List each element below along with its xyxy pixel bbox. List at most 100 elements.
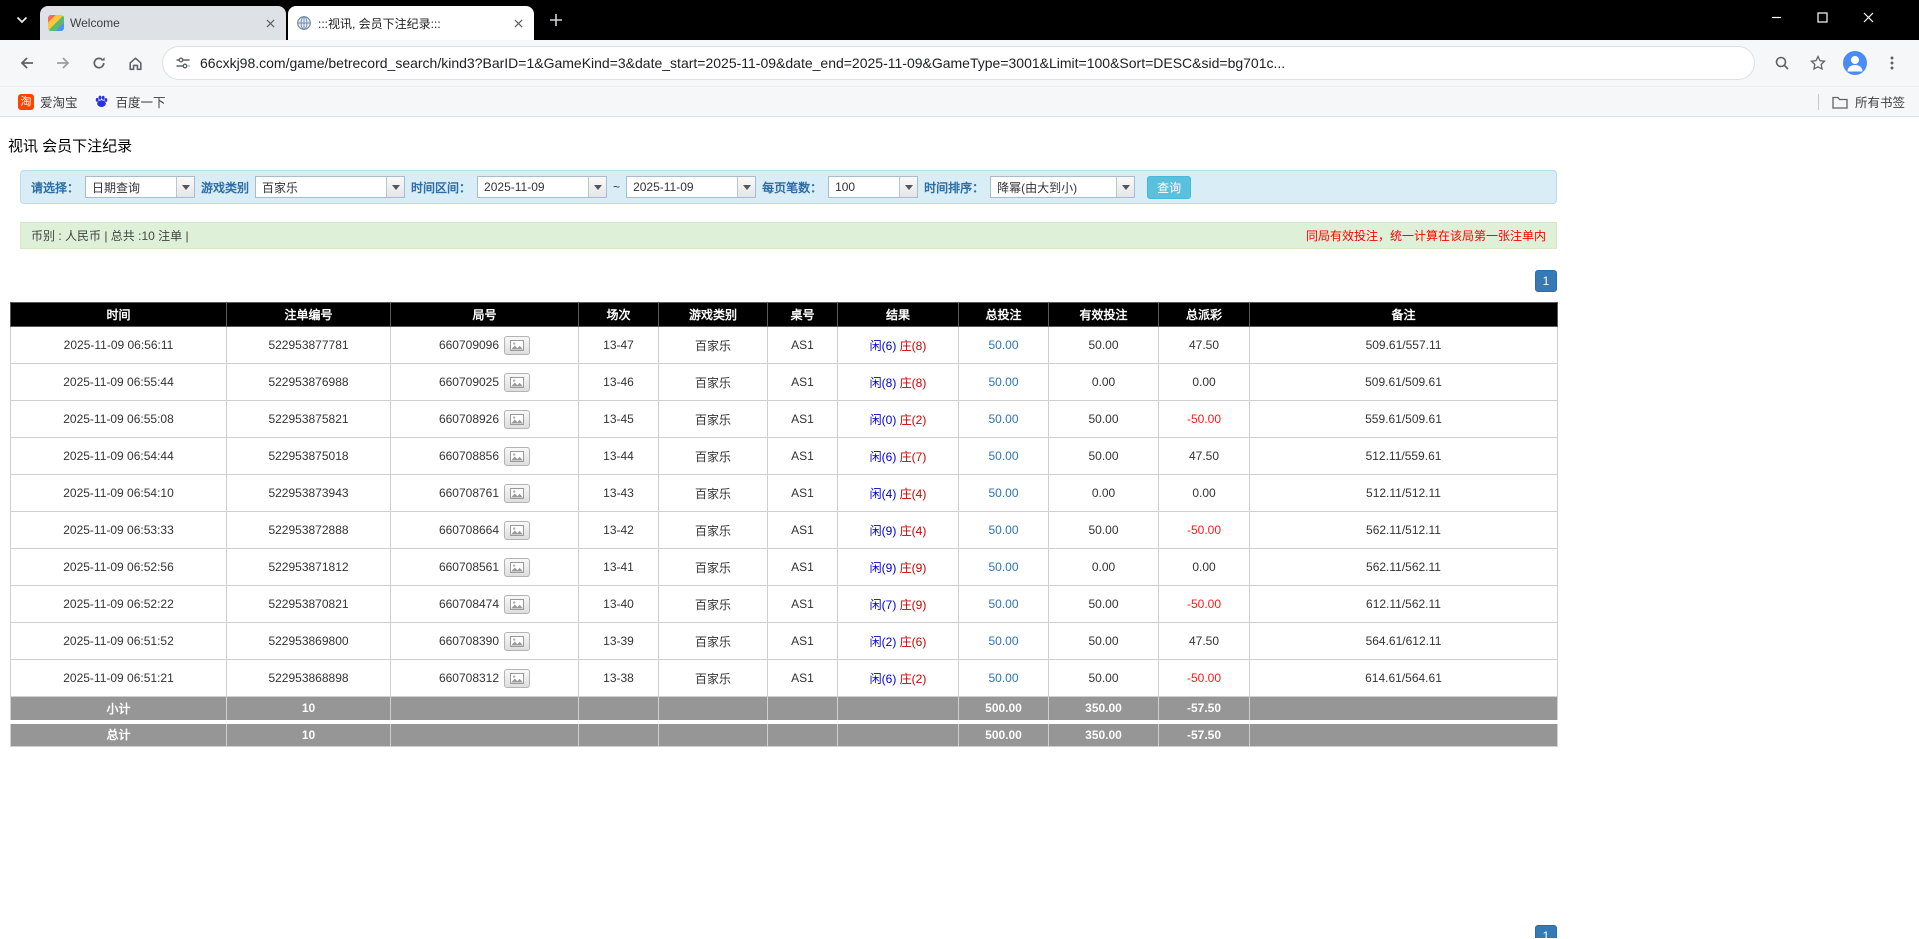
chevron-down-icon[interactable] (386, 177, 404, 197)
view-cards-button[interactable] (504, 373, 530, 392)
back-button[interactable] (10, 46, 44, 80)
round-number: 660708561 (439, 560, 499, 574)
all-bookmarks-button[interactable]: 所有书签 (1818, 92, 1909, 111)
total-bet-link[interactable]: 50.00 (988, 486, 1018, 500)
close-icon (1863, 12, 1874, 23)
bookmark-baidu[interactable]: 百度一下 (86, 89, 174, 114)
reload-button[interactable] (82, 46, 116, 80)
chevron-down-icon[interactable] (176, 177, 194, 197)
cell-total-bet: 50.00 (959, 438, 1049, 475)
photo-icon (510, 673, 524, 684)
total-bet-link[interactable]: 50.00 (988, 597, 1018, 611)
total-bet-link[interactable]: 50.00 (988, 375, 1018, 389)
search-button[interactable]: 查询 (1147, 176, 1191, 199)
total-bet-link[interactable]: 50.00 (988, 560, 1018, 574)
chevron-down-icon[interactable] (1116, 177, 1134, 197)
forward-button[interactable] (46, 46, 80, 80)
game-type-value: 百家乐 (256, 179, 386, 196)
game-type-select[interactable]: 百家乐 (255, 176, 405, 198)
pagination-page-button[interactable]: 1 (1535, 925, 1557, 938)
taobao-icon: 淘 (18, 94, 34, 110)
date-start-select[interactable]: 2025-11-09 (477, 176, 607, 198)
cell-total-bet: 50.00 (959, 586, 1049, 623)
forward-icon (54, 54, 72, 72)
total-bet-link[interactable]: 50.00 (988, 412, 1018, 426)
pagination-top: 1 (10, 270, 1557, 292)
round-number: 660708761 (439, 486, 499, 500)
view-cards-button[interactable] (504, 558, 530, 577)
cell-payout: 0.00 (1159, 475, 1250, 512)
sort-order-select[interactable]: 降幂(由大到小) (990, 176, 1135, 198)
grand-total-row-cell (579, 722, 659, 747)
cell-session: 13-41 (579, 549, 659, 586)
tab-betrecord[interactable]: :::视讯, 会员下注纪录::: (288, 6, 534, 40)
tab-close-icon[interactable] (262, 15, 278, 31)
chevron-down-icon[interactable] (737, 177, 755, 197)
tab-search-button[interactable] (8, 6, 36, 34)
round-number: 660708474 (439, 597, 499, 611)
total-bet-link[interactable]: 50.00 (988, 338, 1018, 352)
cell-result: 闲(6) 庄(8) (838, 327, 959, 364)
view-cards-button[interactable] (504, 484, 530, 503)
total-bet-link[interactable]: 50.00 (988, 671, 1018, 685)
cell-note: 612.11/562.11 (1250, 586, 1558, 623)
round-cell: 660709096 (439, 336, 530, 355)
chevron-down-icon[interactable] (899, 177, 917, 197)
result-player: 闲(0) (870, 413, 897, 427)
folder-icon (1832, 95, 1848, 109)
result-banker: 庄(8) (900, 339, 927, 353)
cell-note: 559.61/509.61 (1250, 401, 1558, 438)
zoom-button[interactable] (1765, 46, 1799, 80)
cell-round: 660709096 (391, 327, 579, 364)
view-cards-button[interactable] (504, 669, 530, 688)
maximize-icon (1817, 12, 1828, 23)
query-type-select[interactable]: 日期查询 (85, 176, 195, 198)
table-row: 2025-11-09 06:54:44522953875018660708856… (11, 438, 1558, 475)
tab-close-icon[interactable] (510, 15, 526, 31)
round-cell: 660708390 (439, 632, 530, 651)
page-size-select[interactable]: 100 (828, 176, 918, 198)
table-row: 2025-11-09 06:52:56522953871812660708561… (11, 549, 1558, 586)
bookmark-label: 百度一下 (116, 92, 166, 111)
chevron-down-icon[interactable] (588, 177, 606, 197)
home-button[interactable] (118, 46, 152, 80)
view-cards-button[interactable] (504, 410, 530, 429)
close-button[interactable] (1845, 0, 1891, 34)
cell-valid-bet: 50.00 (1049, 586, 1159, 623)
view-cards-button[interactable] (504, 336, 530, 355)
view-cards-button[interactable] (504, 632, 530, 651)
view-cards-button[interactable] (504, 521, 530, 540)
pagination-page-button[interactable]: 1 (1535, 270, 1557, 292)
cell-time: 2025-11-09 06:51:21 (11, 660, 227, 697)
total-bet-link[interactable]: 50.00 (988, 449, 1018, 463)
url-text[interactable]: 66cxkj98.com/game/betrecord_search/kind3… (200, 55, 1285, 71)
cell-time: 2025-11-09 06:55:44 (11, 364, 227, 401)
menu-button[interactable] (1875, 46, 1909, 80)
round-number: 660708390 (439, 634, 499, 648)
new-tab-button[interactable] (542, 6, 570, 34)
total-bet-link[interactable]: 50.00 (988, 523, 1018, 537)
site-info-icon[interactable] (175, 55, 191, 71)
subtotal-row-cell: 10 (227, 697, 391, 722)
round-cell: 660708561 (439, 558, 530, 577)
address-bar[interactable]: 66cxkj98.com/game/betrecord_search/kind3… (162, 46, 1755, 80)
bookmark-star-button[interactable] (1801, 46, 1835, 80)
minimize-button[interactable] (1753, 0, 1799, 34)
round-cell: 660708761 (439, 484, 530, 503)
profile-avatar[interactable] (1842, 50, 1868, 76)
cell-note: 509.61/557.11 (1250, 327, 1558, 364)
view-cards-button[interactable] (504, 595, 530, 614)
cell-total-bet: 50.00 (959, 660, 1049, 697)
result-banker: 庄(9) (900, 598, 927, 612)
view-cards-button[interactable] (504, 447, 530, 466)
total-bet-link[interactable]: 50.00 (988, 634, 1018, 648)
content-area: 请选择： 日期查询 游戏类别 百家乐 时间区间： 2025-11-09 ~ 20… (10, 170, 1557, 938)
maximize-button[interactable] (1799, 0, 1845, 34)
bookmark-taobao[interactable]: 淘 爱淘宝 (10, 89, 86, 114)
reload-icon (91, 55, 107, 71)
result-player: 闲(6) (870, 672, 897, 686)
cell-round: 660708664 (391, 512, 579, 549)
date-end-select[interactable]: 2025-11-09 (626, 176, 756, 198)
tab-welcome[interactable]: Welcome (40, 6, 286, 40)
cell-bet-id: 522953875018 (227, 438, 391, 475)
